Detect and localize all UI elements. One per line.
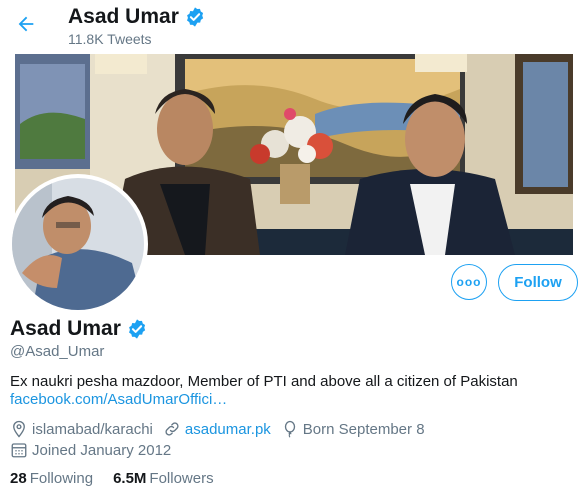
- profile-name-text: Asad Umar: [10, 317, 121, 340]
- website-item[interactable]: asadumar.pk: [163, 420, 271, 438]
- link-icon: [165, 422, 179, 436]
- avatar-photo: [12, 178, 144, 310]
- calendar-icon: [11, 443, 27, 458]
- follow-button[interactable]: Follow: [498, 264, 578, 301]
- more-options-button[interactable]: ooo: [451, 264, 487, 300]
- tweet-count: 11.8K Tweets: [68, 31, 152, 47]
- avatar-image: [12, 178, 144, 310]
- arrow-left-icon: [18, 16, 34, 32]
- profile-header-bar: Asad Umar 11.8K Tweets: [0, 0, 588, 52]
- website-link[interactable]: asadumar.pk: [185, 421, 271, 438]
- verified-badge-icon: [128, 319, 146, 339]
- back-button[interactable]: [10, 8, 42, 40]
- followers-label: Followers: [149, 470, 214, 487]
- profile-bio: Ex naukri pesha mazdoor, Member of PTI a…: [10, 373, 518, 390]
- followers-count: 6.5M: [113, 470, 147, 487]
- birthday-item: Born September 8: [281, 420, 425, 438]
- followers-stat[interactable]: 6.5M Followers: [113, 470, 214, 487]
- profile-stats: 28 Following 6.5M Followers: [10, 470, 234, 487]
- profile-handle: @Asad_Umar: [10, 343, 105, 360]
- header-name: Asad Umar: [68, 5, 206, 29]
- verified-badge-icon: [186, 7, 204, 27]
- bio-link[interactable]: facebook.com/AsadUmarOffici…: [10, 391, 227, 408]
- joined-text: Joined January 2012: [32, 441, 172, 459]
- header-name-text: Asad Umar: [68, 5, 179, 28]
- location-pin-icon: [13, 420, 25, 438]
- joined-row: Joined January 2012: [10, 441, 181, 459]
- profile-meta: islamabad/karachi asadumar.pk Born Septe…: [10, 420, 435, 438]
- profile-avatar[interactable]: [8, 174, 148, 314]
- following-count: 28: [10, 470, 27, 487]
- location-item: islamabad/karachi: [10, 420, 153, 438]
- balloon-icon: [284, 420, 295, 438]
- more-options-icon: ooo: [456, 275, 482, 289]
- following-stat[interactable]: 28 Following: [10, 470, 93, 487]
- location-text: islamabad/karachi: [32, 420, 153, 438]
- profile-name: Asad Umar: [10, 317, 148, 341]
- joined-item: Joined January 2012: [10, 441, 171, 459]
- following-label: Following: [29, 470, 94, 487]
- birthday-text: Born September 8: [302, 420, 425, 438]
